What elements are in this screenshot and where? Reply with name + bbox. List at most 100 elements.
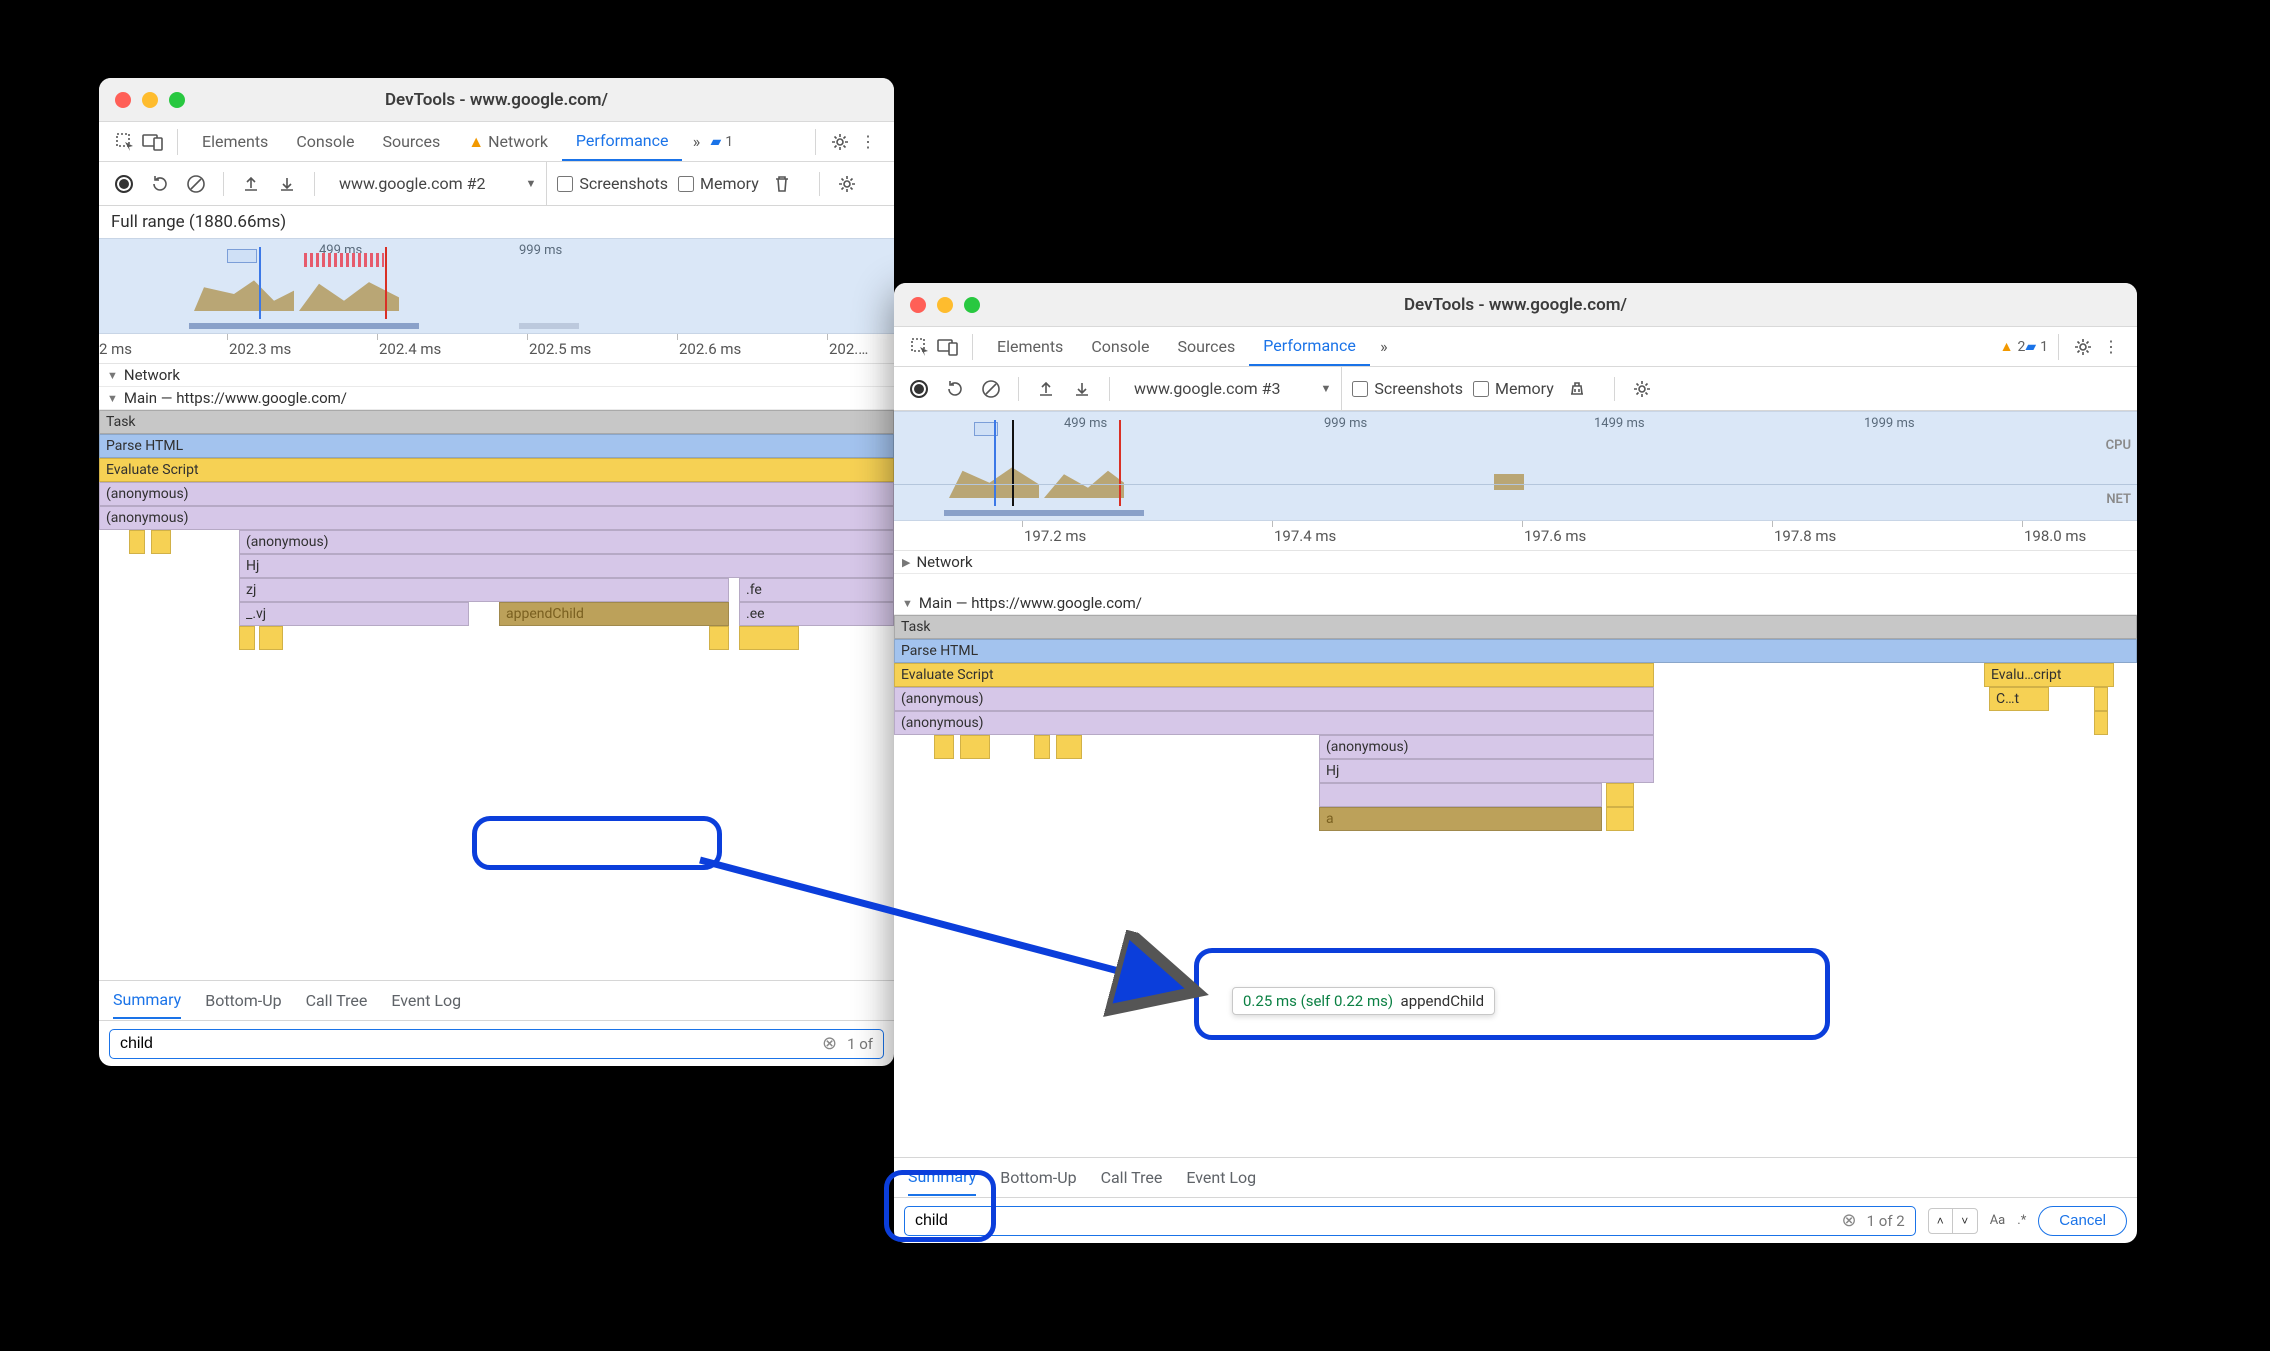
flame-chart[interactable]: ▶Network ▼Main — https://www.google.com/… <box>894 551 2137 1157</box>
tab-bottom-up[interactable]: Bottom-Up <box>205 983 281 1018</box>
flame-bar-fn[interactable]: Hj <box>239 554 894 578</box>
flame-bar[interactable] <box>2094 687 2108 711</box>
flame-bar-appendchild[interactable]: a <box>1319 807 1602 831</box>
flame-bar-anon[interactable]: (anonymous) <box>99 506 894 530</box>
clear-search-icon[interactable]: ⊗ <box>1842 1210 1857 1231</box>
flame-bar-anon[interactable]: (anonymous) <box>99 482 894 506</box>
recording-selector[interactable]: www.google.com #2▼ <box>329 162 547 205</box>
timeline-overview[interactable]: 499 ms 999 ms <box>99 238 894 334</box>
record-button[interactable] <box>111 171 137 197</box>
flame-bar[interactable] <box>934 735 954 759</box>
flame-bar-fn[interactable]: C…t <box>1989 687 2049 711</box>
clear-search-icon[interactable]: ⊗ <box>822 1033 837 1054</box>
network-section[interactable]: ▶Network <box>894 551 2137 574</box>
flame-bar-parse[interactable]: Parse HTML <box>894 639 2137 663</box>
flame-bar-parse[interactable]: Parse HTML <box>99 434 894 458</box>
more-tabs-icon[interactable]: » <box>1370 333 1398 361</box>
close-window-button[interactable] <box>910 297 926 313</box>
issues-badge[interactable]: ▰1 <box>2025 339 2048 355</box>
delete-icon[interactable] <box>769 171 795 197</box>
tab-sources[interactable]: Sources <box>1163 327 1249 366</box>
tab-console[interactable]: Console <box>282 122 368 161</box>
flame-bar[interactable] <box>259 626 283 650</box>
issues-badge[interactable]: ▰1 <box>710 134 733 150</box>
zoom-window-button[interactable] <box>964 297 980 313</box>
tab-performance[interactable]: Performance <box>1249 327 1370 366</box>
flame-bar-fn[interactable]: _.vj <box>239 602 469 626</box>
flame-bar-anon[interactable]: (anonymous) <box>894 687 1654 711</box>
flame-bar-fn[interactable]: Hj <box>1319 759 1654 783</box>
clear-icon[interactable] <box>183 171 209 197</box>
inspect-icon[interactable] <box>111 128 139 156</box>
clear-icon[interactable] <box>978 376 1004 402</box>
flame-bar[interactable] <box>129 530 145 554</box>
capture-settings-icon[interactable] <box>1629 376 1655 402</box>
search-input[interactable] <box>120 1035 812 1053</box>
flame-bar[interactable] <box>239 626 255 650</box>
screenshots-checkbox[interactable]: Screenshots <box>557 174 668 193</box>
regex-toggle[interactable]: .* <box>2017 1213 2026 1228</box>
kebab-icon[interactable]: ⋮ <box>2097 333 2125 361</box>
warnings-badge[interactable]: ▲2 <box>2000 338 2026 355</box>
tab-elements[interactable]: Elements <box>188 122 282 161</box>
flame-bar-anon[interactable]: (anonymous) <box>239 530 894 554</box>
network-section[interactable]: ▼Network <box>99 364 894 387</box>
flame-bar[interactable] <box>151 530 171 554</box>
flame-bar[interactable] <box>960 735 990 759</box>
flame-bar-eval[interactable]: Evaluate Script <box>894 663 1654 687</box>
tab-network[interactable]: ▲ Network <box>454 122 562 161</box>
flame-bar-appendchild[interactable]: appendChild <box>499 602 729 626</box>
flame-bar[interactable] <box>1056 735 1082 759</box>
tab-call-tree[interactable]: Call Tree <box>306 983 368 1018</box>
screenshots-checkbox[interactable]: Screenshots <box>1352 379 1463 398</box>
flame-bar[interactable] <box>1034 735 1050 759</box>
flame-bar-task[interactable]: Task <box>99 410 894 434</box>
kebab-icon[interactable]: ⋮ <box>854 128 882 156</box>
reload-icon[interactable] <box>147 171 173 197</box>
flame-bar[interactable] <box>739 626 799 650</box>
match-case-toggle[interactable]: Aa <box>1990 1213 2006 1228</box>
flame-bar[interactable] <box>1606 807 1634 831</box>
flame-chart[interactable]: ▼Network ▼Main — https://www.google.com/… <box>99 364 894 980</box>
flame-bar-fn[interactable]: .ee <box>739 602 894 626</box>
main-section[interactable]: ▼Main — https://www.google.com/ <box>894 592 2137 615</box>
search-input[interactable] <box>915 1212 1832 1230</box>
upload-icon[interactable] <box>238 171 264 197</box>
close-window-button[interactable] <box>115 92 131 108</box>
minimize-window-button[interactable] <box>142 92 158 108</box>
flame-bar-fn[interactable] <box>1319 783 1602 807</box>
flame-bar-task[interactable]: Task <box>894 615 2137 639</box>
upload-icon[interactable] <box>1033 376 1059 402</box>
reload-icon[interactable] <box>942 376 968 402</box>
tab-sources[interactable]: Sources <box>368 122 454 161</box>
flame-bar-eval[interactable]: Evaluate Script <box>99 458 894 482</box>
collect-garbage-icon[interactable] <box>1564 376 1590 402</box>
flame-bar[interactable] <box>709 626 729 650</box>
tab-console[interactable]: Console <box>1077 327 1163 366</box>
flame-bar-fn[interactable]: .fe <box>739 578 894 602</box>
more-tabs-icon[interactable]: » <box>682 128 710 156</box>
settings-icon[interactable] <box>2069 333 2097 361</box>
timeline-overview[interactable]: 499 ms 999 ms 1499 ms 1999 ms CPU NET <box>894 411 2137 521</box>
time-ruler[interactable]: 2 ms 202.3 ms 202.4 ms 202.5 ms 202.6 ms… <box>99 334 894 364</box>
device-toggle-icon[interactable] <box>139 128 167 156</box>
record-button[interactable] <box>906 376 932 402</box>
search-prev-icon[interactable]: ˄ <box>1929 1209 1953 1233</box>
memory-checkbox[interactable]: Memory <box>678 174 759 193</box>
flame-bar-anon[interactable]: (anonymous) <box>894 711 1654 735</box>
inspect-icon[interactable] <box>906 333 934 361</box>
main-section[interactable]: ▼Main — https://www.google.com/ <box>99 387 894 410</box>
tab-summary[interactable]: Summary <box>908 1159 976 1196</box>
download-icon[interactable] <box>1069 376 1095 402</box>
memory-checkbox[interactable]: Memory <box>1473 379 1554 398</box>
search-next-icon[interactable]: ˅ <box>1953 1209 1977 1233</box>
recording-selector[interactable]: www.google.com #3▼ <box>1124 367 1342 410</box>
flame-bar-fn[interactable]: zj <box>239 578 729 602</box>
tab-event-log[interactable]: Event Log <box>391 983 461 1018</box>
time-ruler[interactable]: 197.2 ms 197.4 ms 197.6 ms 197.8 ms 198.… <box>894 521 2137 551</box>
download-icon[interactable] <box>274 171 300 197</box>
tab-performance[interactable]: Performance <box>562 122 683 161</box>
flame-bar-anon[interactable]: (anonymous) <box>1319 735 1654 759</box>
minimize-window-button[interactable] <box>937 297 953 313</box>
tab-call-tree[interactable]: Call Tree <box>1101 1160 1163 1195</box>
